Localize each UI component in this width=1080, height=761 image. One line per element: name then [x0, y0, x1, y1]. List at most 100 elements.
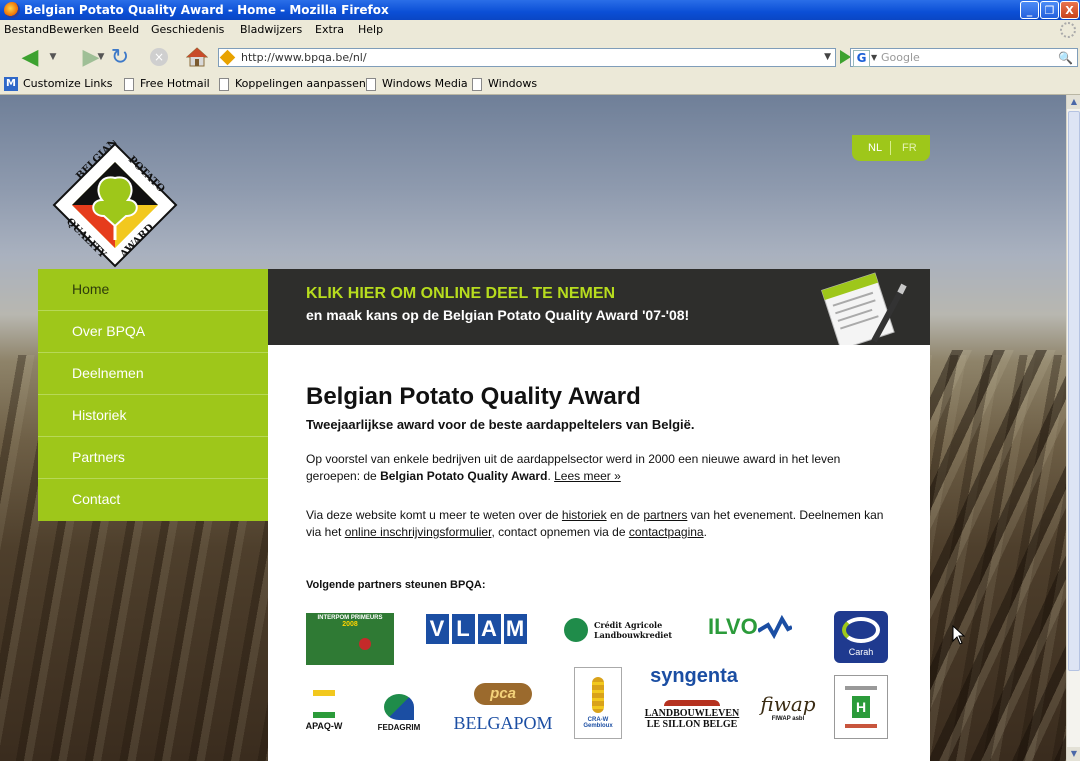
partner-logo-syngenta[interactable]: syngenta [644, 663, 744, 689]
credit-label-2: Landbouwkrediet [594, 630, 673, 640]
ilvo-wave-icon [757, 615, 792, 639]
page-viewport: BELGIAN POTATO QUALITY AWARD NL FR Home … [0, 95, 1066, 761]
navigation-toolbar: ◀ ▼ ▶ ▼ ↻ × http://www.bpqa.be/nl/ ▼ G ▼… [0, 40, 1080, 75]
vlam-letter: A [477, 614, 501, 644]
text-lines-icon [845, 686, 877, 690]
url-text[interactable]: http://www.bpqa.be/nl/ [241, 49, 367, 66]
carah-label: Carah [848, 647, 874, 657]
historiek-link[interactable]: historiek [562, 508, 607, 522]
menu-bewerken[interactable]: Bewerken [49, 20, 103, 40]
partner-logo-credit-agricole[interactable]: Crédit Agricole Landbouwkrediet [564, 613, 684, 647]
partner-logo-landbouwleven[interactable]: LANDBOUWLEVEN LE SILLON BELGE [644, 695, 740, 735]
read-more-link[interactable]: Lees meer » [554, 469, 621, 483]
fiwap-label: fiwap [760, 692, 816, 716]
bookmark-windows-media[interactable]: Windows Media [366, 74, 468, 94]
search-box[interactable]: G ▼ Google 🔍 [850, 48, 1078, 67]
google-icon[interactable]: G [853, 50, 870, 67]
vertical-scrollbar[interactable]: ▲ ▼ [1066, 95, 1080, 761]
fiwap-label-2: FIWAP asbl [771, 716, 805, 722]
partners-link[interactable]: partners [643, 508, 687, 522]
registration-banner[interactable]: KLIK HIER OM ONLINE DEEL TE NEMEN en maa… [268, 269, 930, 351]
lang-fr-link[interactable]: FR [902, 135, 917, 161]
reload-icon: ↻ [110, 44, 130, 70]
partner-logo-interpom[interactable]: INTERPOM PRIMEURS 2008 [306, 613, 394, 665]
search-icon[interactable]: 🔍 [1058, 50, 1073, 67]
menu-bar: Bestand Bewerken Beeld Geschiedenis Blad… [0, 20, 1080, 40]
back-history-dropdown[interactable]: ▼ [48, 46, 58, 68]
nav-item-partners[interactable]: Partners [38, 437, 268, 479]
info-text: Via deze website komt u meer te weten ov… [306, 508, 562, 522]
minimize-button[interactable]: _ [1020, 1, 1039, 19]
main-content: Belgian Potato Quality Award Tweejaarlij… [268, 345, 930, 761]
nav-label: Home [72, 281, 110, 297]
bookmark-label: Windows [488, 77, 538, 90]
info-text: en de [606, 508, 644, 522]
bookmark-koppelingen-aanpassen[interactable]: Koppelingen aanpassen [219, 74, 366, 94]
partner-logo-fiwap[interactable]: fiwap FIWAP asbl [760, 677, 816, 737]
farm-icon [664, 700, 720, 706]
page-title: Belgian Potato Quality Award [306, 383, 641, 410]
info-text: . [703, 525, 707, 539]
menu-geschiedenis[interactable]: Geschiedenis [151, 20, 224, 40]
back-button[interactable]: ◀ [16, 45, 44, 70]
bookmark-windows[interactable]: Windows [472, 74, 537, 94]
bookmark-free-hotmail[interactable]: Free Hotmail [124, 74, 210, 94]
maximize-button[interactable]: ❐ [1040, 1, 1059, 19]
scroll-up-icon[interactable]: ▲ [1067, 95, 1080, 109]
tomato-icon [359, 638, 371, 650]
nav-item-contact[interactable]: Contact [38, 479, 268, 521]
partner-logo-service-public[interactable]: H [834, 675, 888, 739]
url-dropdown-icon[interactable]: ▼ [824, 49, 831, 66]
nav-item-historiek[interactable]: Historiek [38, 395, 268, 437]
bookmark-label: Free Hotmail [140, 77, 210, 90]
nav-item-deelnemen[interactable]: Deelnemen [38, 353, 268, 395]
intro-paragraph: Op voorstel van enkele bedrijven uit de … [306, 451, 886, 485]
partner-logo-cra-w[interactable]: CRA-W Gembloux [574, 667, 622, 739]
site-favicon-icon [219, 49, 236, 66]
field-background-right [930, 350, 1066, 761]
contact-page-link[interactable]: contactpagina [629, 525, 704, 539]
bookmarks-toolbar: M Customize Links Free Hotmail Koppelinge… [0, 74, 1080, 95]
nav-label: Over BPQA [72, 323, 146, 339]
menu-beeld[interactable]: Beeld [108, 20, 139, 40]
lang-nl-link[interactable]: NL [868, 135, 882, 161]
partner-logo-apaq-w[interactable]: APAQ-W [304, 681, 344, 739]
lang-separator [890, 141, 891, 155]
scroll-thumb[interactable] [1068, 111, 1080, 671]
search-input[interactable]: Google [881, 49, 920, 66]
partner-logo-ilvo[interactable]: ILVO [708, 609, 818, 645]
bookmark-customize-links[interactable]: M Customize Links [4, 74, 113, 94]
partner-logo-fedagrim[interactable]: FEDAGRIM [370, 687, 428, 739]
search-engine-dropdown-icon[interactable]: ▼ [871, 49, 877, 66]
address-bar[interactable]: http://www.bpqa.be/nl/ ▼ [218, 48, 836, 67]
home-button[interactable] [185, 46, 209, 68]
page-icon [366, 77, 376, 91]
sillon-label: LE SILLON BELGE [646, 719, 738, 730]
registration-form-link[interactable]: online inschrijvingsformulier [345, 525, 492, 539]
reload-button[interactable]: ↻ [108, 44, 132, 70]
partner-logo-belgapom[interactable]: pca BELGAPOM [454, 675, 553, 741]
nav-item-home[interactable]: Home [38, 269, 268, 311]
bpqa-logo[interactable]: BELGIAN POTATO QUALITY AWARD [50, 140, 180, 270]
bookmark-label: Koppelingen aanpassen [235, 77, 366, 90]
banner-headline: KLIK HIER OM ONLINE DEEL TE NEMEN [306, 285, 616, 302]
partner-logo-vlam[interactable]: V L A M [424, 613, 528, 645]
nav-item-over-bpqa[interactable]: Over BPQA [38, 311, 268, 353]
close-button[interactable]: X [1060, 1, 1079, 19]
page-icon [124, 77, 134, 91]
throbber-icon [1060, 22, 1076, 38]
stop-button[interactable]: × [148, 46, 170, 68]
menu-bladwijzers[interactable]: Bladwijzers [240, 20, 302, 40]
vlam-letter: M [503, 614, 527, 644]
menu-extra[interactable]: Extra [315, 20, 344, 40]
bookmark-label: Customize Links [23, 77, 113, 90]
menu-help[interactable]: Help [358, 20, 383, 40]
menu-bestand[interactable]: Bestand [4, 20, 49, 40]
partner-logo-carah[interactable]: Carah [834, 611, 888, 663]
fedagrim-icon [384, 694, 414, 720]
side-navigation: Home Over BPQA Deelnemen Historiek Partn… [38, 269, 268, 521]
scroll-down-icon[interactable]: ▼ [1067, 747, 1080, 761]
interpom-year: 2008 [342, 621, 358, 628]
forward-history-dropdown[interactable]: ▼ [96, 46, 106, 68]
vlam-letter: L [451, 614, 475, 644]
